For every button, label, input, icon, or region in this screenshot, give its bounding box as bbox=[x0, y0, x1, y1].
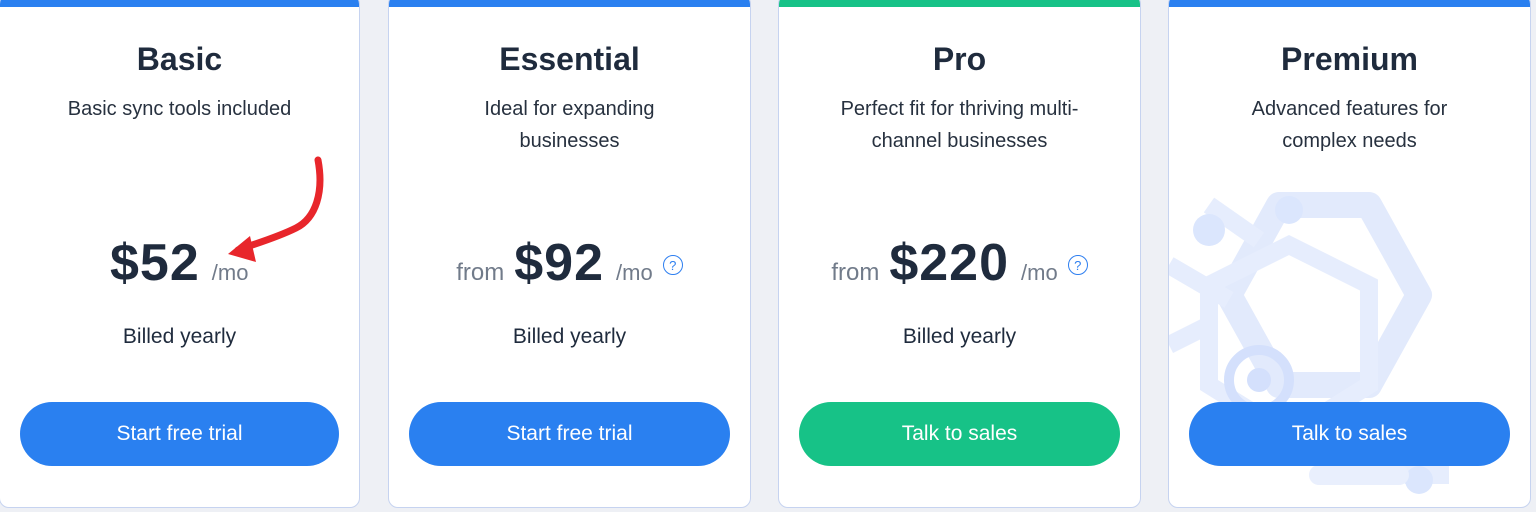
plan-subtitle-line: Perfect fit for thriving multi- bbox=[840, 98, 1079, 120]
card-top-accent bbox=[389, 0, 750, 7]
plan-subtitle-line: Advanced features for bbox=[1251, 98, 1448, 120]
price-prefix: from bbox=[831, 259, 880, 286]
plan-period: /mo bbox=[1021, 260, 1058, 285]
plan-subtitle-line: complex needs bbox=[1282, 130, 1417, 152]
card-top-accent bbox=[0, 0, 359, 7]
plan-subtitle: Perfect fit for thriving multi- channel … bbox=[779, 93, 1140, 157]
plan-card-basic: Basic Basic sync tools included $52 /mo … bbox=[0, 0, 360, 508]
plan-subtitle-line: businesses bbox=[519, 130, 620, 152]
plan-card-pro: Pro Perfect fit for thriving multi- chan… bbox=[778, 0, 1141, 508]
plan-subtitle: Basic sync tools included bbox=[0, 93, 359, 125]
billing-note: Billed yearly bbox=[512, 325, 627, 348]
start-free-trial-button[interactable]: Start free trial bbox=[409, 402, 730, 466]
card-top-accent bbox=[779, 0, 1140, 7]
plan-price: $92 bbox=[514, 234, 605, 292]
plan-title: Basic bbox=[136, 41, 223, 77]
plan-subtitle-line: Basic sync tools included bbox=[67, 98, 292, 120]
plan-subtitle-line: Ideal for expanding bbox=[484, 98, 655, 120]
plan-subtitle: Advanced features for complex needs bbox=[1169, 93, 1530, 157]
plan-period: /mo bbox=[616, 260, 653, 285]
card-top-accent bbox=[1169, 0, 1530, 7]
plan-card-essential: Essential Ideal for expanding businesses… bbox=[388, 0, 751, 508]
plan-subtitle-line: channel businesses bbox=[871, 130, 1048, 152]
billing-note: Billed yearly bbox=[902, 325, 1017, 348]
start-free-trial-button[interactable]: Start free trial bbox=[20, 402, 339, 466]
plan-price: $220 bbox=[889, 234, 1009, 292]
plan-price: $52 bbox=[110, 234, 200, 292]
price-row: $52 /mo bbox=[0, 233, 359, 293]
plan-title: Essential bbox=[499, 41, 640, 77]
plan-title: Premium bbox=[1281, 41, 1418, 77]
plan-title: Pro bbox=[932, 41, 987, 77]
talk-to-sales-button[interactable]: Talk to sales bbox=[1189, 402, 1510, 466]
plan-subtitle: Ideal for expanding businesses bbox=[389, 93, 750, 157]
plan-period: /mo bbox=[211, 260, 249, 285]
plan-card-premium: Premium Advanced features for complex ne… bbox=[1168, 0, 1531, 508]
question-circle-icon[interactable]: ? bbox=[1067, 255, 1088, 275]
price-prefix: from bbox=[456, 259, 505, 286]
pricing-cards-row: Basic Basic sync tools included $52 /mo … bbox=[0, 0, 1536, 512]
question-circle-icon[interactable]: ? bbox=[662, 255, 683, 275]
billing-note: Billed yearly bbox=[122, 325, 237, 348]
price-row: from $220 /mo ? bbox=[779, 233, 1140, 293]
talk-to-sales-button[interactable]: Talk to sales bbox=[799, 402, 1120, 466]
price-row: from $92 /mo ? bbox=[389, 233, 750, 293]
